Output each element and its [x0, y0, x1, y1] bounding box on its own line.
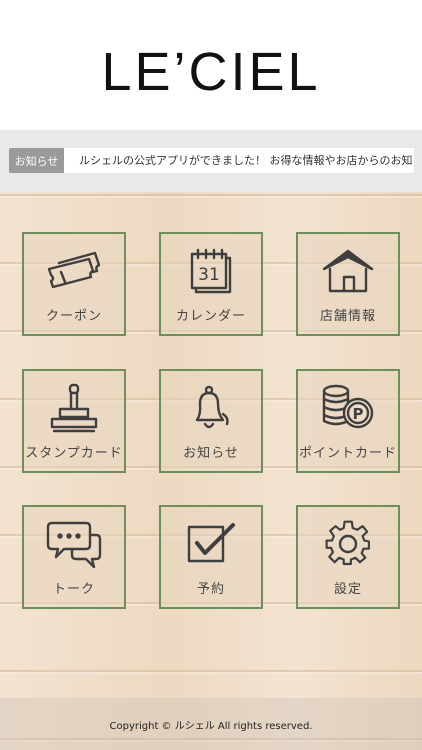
menu-label: 設定	[333, 581, 362, 597]
menu-label: トーク	[52, 581, 95, 597]
menu-store-info-button[interactable]: 店舗情報	[296, 232, 400, 336]
gear-icon	[318, 518, 378, 570]
ticket-icon	[44, 245, 104, 297]
menu-reservation-button[interactable]: 予約	[159, 505, 263, 609]
menu-label: ポイントカード	[298, 445, 397, 461]
house-icon	[318, 245, 378, 297]
menu-news-button[interactable]: お知らせ	[159, 369, 263, 473]
checkbox-icon	[181, 518, 241, 570]
menu-label: 予約	[196, 581, 225, 597]
menu-label: クーポン	[45, 308, 102, 324]
menu-talk-button[interactable]: トーク	[22, 505, 126, 609]
menu-stamp-card-button[interactable]: スタンプカード	[22, 369, 126, 473]
chat-icon	[44, 518, 104, 570]
calendar-icon: 31	[181, 245, 241, 297]
menu-coupon-button[interactable]: クーポン	[22, 232, 126, 336]
bell-icon	[181, 382, 241, 434]
menu-settings-button[interactable]: 設定	[296, 505, 400, 609]
stamp-icon	[44, 382, 104, 434]
news-ticker-text[interactable]: ルシェルの公式アプリができました！ お得な情報やお店からのお知らせをお届けします	[64, 148, 414, 173]
brand-logo: LE’CIEL	[101, 42, 321, 102]
menu-calendar-button[interactable]: 31 カレンダー	[159, 232, 263, 336]
menu-label: スタンプカード	[25, 445, 123, 461]
footer: Copyright © ルシェル All rights reserved.	[0, 698, 422, 750]
news-tag: お知らせ	[9, 148, 64, 173]
coins-icon: P	[318, 382, 378, 434]
menu-label: 店舗情報	[319, 308, 376, 324]
menu-label: カレンダー	[175, 308, 246, 324]
menu-point-card-button[interactable]: P ポイントカード	[296, 369, 400, 473]
coins-icon-letter: P	[353, 405, 364, 423]
menu-label: お知らせ	[183, 445, 239, 461]
app-header: LE’CIEL	[0, 0, 422, 130]
copyright-text: Copyright © ルシェル All rights reserved.	[109, 720, 313, 732]
calendar-icon-date: 31	[198, 265, 220, 285]
